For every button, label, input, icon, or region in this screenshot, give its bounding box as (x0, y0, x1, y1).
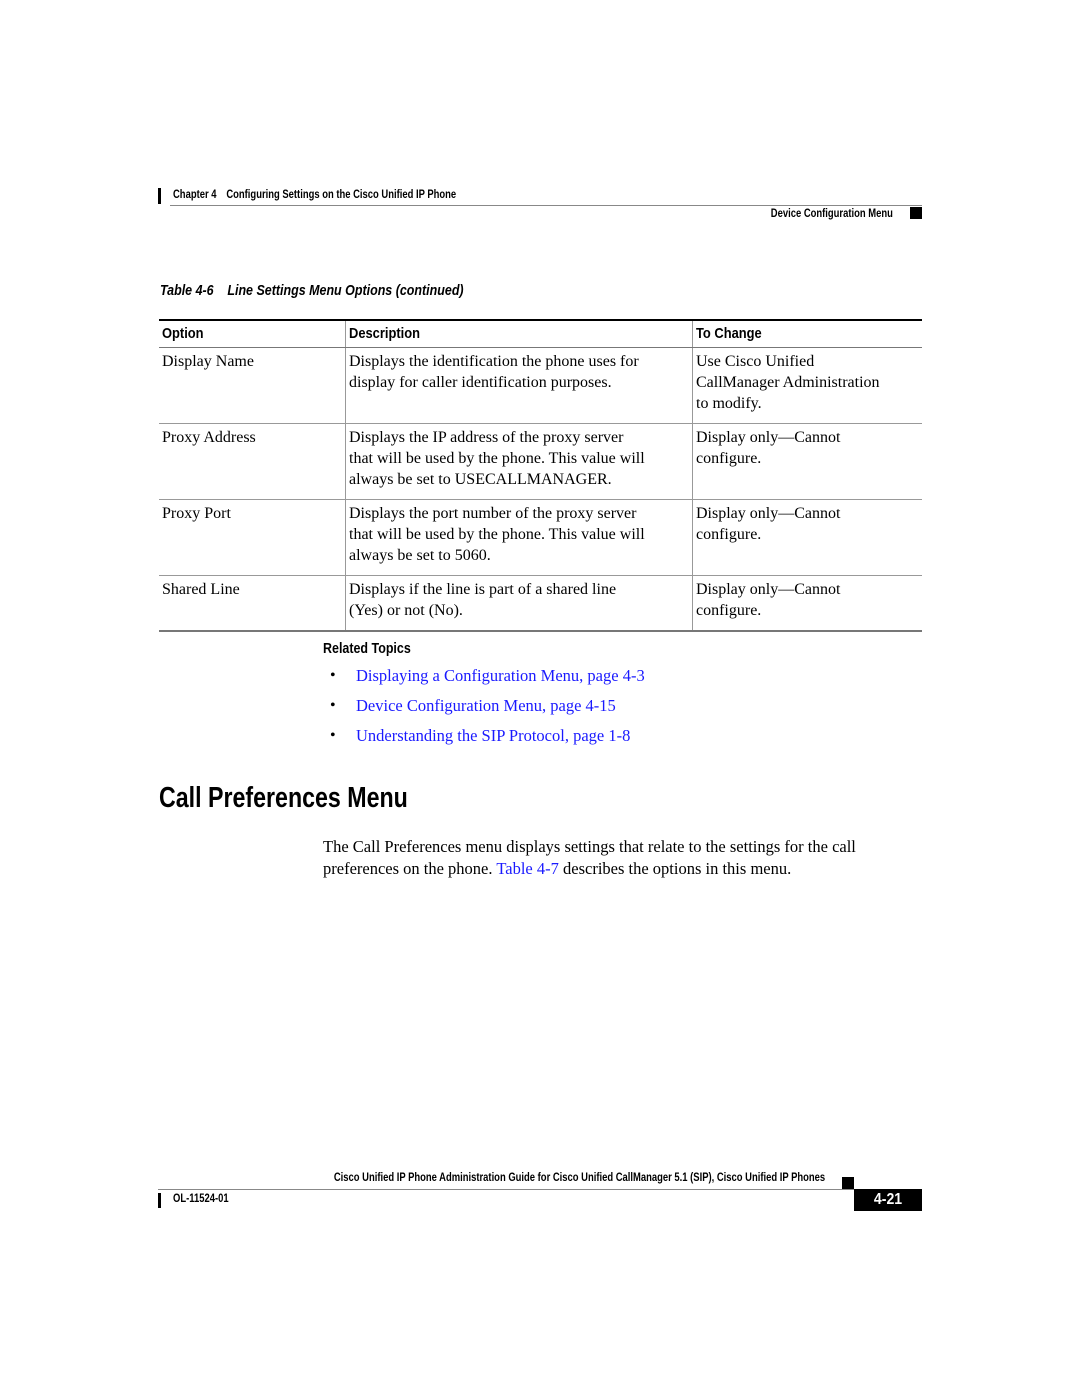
running-header-section: Device Configuration Menu (744, 208, 893, 220)
table-row: Proxy Port Displays the port number of th… (159, 499, 922, 576)
link-device-configuration-menu[interactable]: Device Configuration Menu, page 4-15 (356, 695, 616, 717)
line-settings-table: Option Description To Change Display Nam… (159, 319, 922, 632)
cell-text-line: configure. (696, 526, 762, 543)
table-row: Display Name Displays the identification … (159, 347, 922, 424)
description-cell: Displays if the line is part of a shared… (345, 575, 693, 632)
column-header-description: Description (345, 319, 693, 348)
table-header-row: Option Description To Change (159, 319, 922, 348)
running-header-chapter: Chapter 4 Configuring Settings on the Cis… (173, 189, 518, 201)
page-number-box: 4-21 (854, 1189, 922, 1211)
cell-text-line: Displays the IP address of the proxy ser… (349, 429, 624, 446)
table-caption-title: Line Settings Menu Options (continued) (227, 283, 464, 299)
cell-text-line: Displays the identification the phone us… (349, 353, 639, 370)
paragraph-line: preferences on the phone. Table 4-7 desc… (323, 858, 792, 878)
column-header-option: Option (159, 319, 346, 348)
cell-text-line: Proxy Port (162, 505, 231, 522)
to-change-cell: Display only—Cannot configure. (692, 499, 922, 576)
footer-doc-number: OL-11524-01 (173, 1193, 229, 1205)
cell-text-line: Displays the port number of the proxy se… (349, 505, 637, 522)
table-row: Proxy Address Displays the IP address of … (159, 423, 922, 500)
related-topic-item: • Device Configuration Menu, page 4-15 (330, 695, 645, 725)
table-row: Shared Line Displays if the line is part … (159, 575, 922, 632)
cell-text-line: that will be used by the phone. This val… (349, 450, 645, 467)
cell-text-line: display for caller identification purpos… (349, 374, 612, 391)
to-change-cell: Display only—Cannot configure. (692, 575, 922, 632)
description-cell: Displays the port number of the proxy se… (345, 499, 693, 576)
cell-text-line: Display only—Cannot (696, 429, 841, 446)
cell-text-line: Use Cisco Unified (696, 353, 815, 370)
footer-rule (158, 1189, 854, 1190)
cell-text-line: Display Name (162, 353, 254, 370)
footer-guide-title: Cisco Unified IP Phone Administration Gu… (333, 1172, 825, 1184)
cell-text-line: always be set to 5060. (349, 547, 491, 564)
chapter-label: Chapter 4 (173, 189, 217, 201)
header-square-mark (910, 207, 922, 219)
link-displaying-configuration-menu[interactable]: Displaying a Configuration Menu, page 4-… (356, 665, 645, 687)
option-cell: Proxy Address (159, 423, 346, 500)
section-paragraph: The Call Preferences menu displays setti… (323, 836, 933, 880)
page-number: 4-21 (873, 1191, 903, 1208)
description-cell: Displays the identification the phone us… (345, 347, 693, 424)
cell-text-line: Displays if the line is part of a shared… (349, 581, 617, 598)
related-topic-item: • Understanding the SIP Protocol, page 1… (330, 725, 645, 755)
cell-text-line: Proxy Address (162, 429, 256, 446)
cell-text-line: always be set to USECALLMANAGER. (349, 471, 612, 488)
table-caption: Table 4-6 Line Settings Menu Options (con… (160, 283, 513, 299)
link-table-4-7[interactable]: Table 4-7 (496, 859, 559, 878)
bullet-icon: • (330, 667, 336, 684)
to-change-cell: Use Cisco Unified CallManager Administrat… (692, 347, 922, 424)
column-header-to-change: To Change (692, 319, 922, 348)
header-rule (170, 205, 922, 206)
bullet-icon: • (330, 697, 336, 714)
related-topic-item: • Displaying a Configuration Menu, page … (330, 665, 645, 695)
cell-text-line: CallManager Administration (696, 374, 880, 391)
paragraph-line: The Call Preferences menu displays setti… (323, 837, 856, 856)
cell-text-line: Shared Line (162, 581, 240, 598)
cell-text-line: Display only—Cannot (696, 581, 841, 598)
section-heading: Call Preferences Menu (159, 782, 408, 814)
related-topics-list: • Displaying a Configuration Menu, page … (330, 665, 645, 755)
cell-text-line: to modify. (696, 395, 762, 412)
cell-text-line: that will be used by the phone. This val… (349, 526, 645, 543)
to-change-cell: Display only—Cannot configure. (692, 423, 922, 500)
link-understanding-sip-protocol[interactable]: Understanding the SIP Protocol, page 1-8 (356, 725, 630, 747)
header-bar-mark (158, 188, 161, 204)
footer-bar-mark (158, 1193, 161, 1208)
bullet-icon: • (330, 727, 336, 744)
table-caption-number: Table 4-6 (160, 283, 214, 299)
cell-text-line: configure. (696, 450, 762, 467)
description-cell: Displays the IP address of the proxy ser… (345, 423, 693, 500)
cell-text-line: Display only—Cannot (696, 505, 841, 522)
option-cell: Shared Line (159, 575, 346, 632)
cell-text-line: (Yes) or not (No). (349, 602, 463, 619)
cell-text-line: configure. (696, 602, 762, 619)
option-cell: Proxy Port (159, 499, 346, 576)
chapter-title: Configuring Settings on the Cisco Unifie… (226, 189, 457, 201)
related-topics-heading: Related Topics (323, 641, 411, 657)
option-cell: Display Name (159, 347, 346, 424)
section-title: Device Configuration Menu (770, 208, 893, 220)
